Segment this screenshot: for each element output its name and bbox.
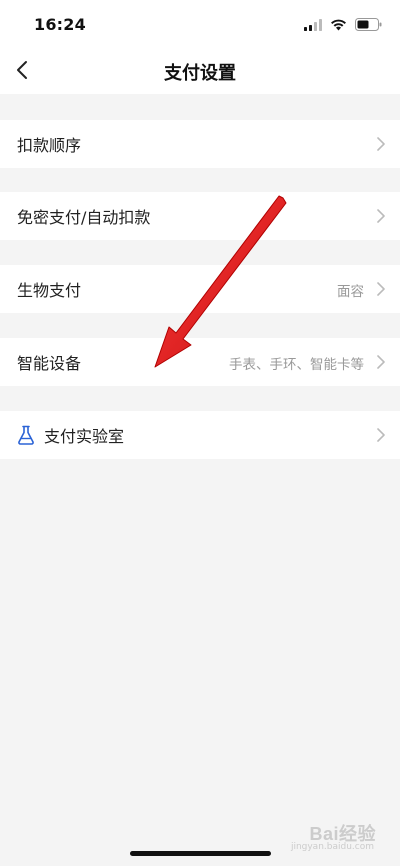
status-icons xyxy=(304,16,382,34)
settings-item-deduction-order[interactable]: 扣款顺序 xyxy=(0,120,400,168)
settings-item-label: 生物支付 xyxy=(17,281,82,300)
settings-item-payment-lab[interactable]: 支付实验室 xyxy=(0,411,400,459)
settings-item-label: 智能设备 xyxy=(17,354,82,373)
chevron-right-icon xyxy=(377,209,385,223)
wifi-icon xyxy=(330,16,347,35)
settings-item-value: 面容 xyxy=(337,284,364,300)
settings-item-biometric-payment[interactable]: 生物支付 面容 xyxy=(0,265,400,313)
page-title: 支付设置 xyxy=(164,63,236,84)
status-time: 16:24 xyxy=(34,15,86,34)
payment-settings-page: 16:24 支付设置 扣款顺序 免密支付/自动扣款 生物支付 面容 智能设备 手… xyxy=(0,0,400,866)
settings-item-label: 支付实验室 xyxy=(44,427,125,446)
battery-icon xyxy=(355,16,382,35)
settings-item-value: 手表、手环、智能卡等 xyxy=(229,357,364,373)
chevron-right-icon xyxy=(377,355,385,369)
settings-item-password-free-payment[interactable]: 免密支付/自动扣款 xyxy=(0,192,400,240)
chevron-right-icon xyxy=(377,428,385,442)
home-indicator[interactable] xyxy=(130,851,271,856)
settings-item-label: 扣款顺序 xyxy=(17,136,82,155)
chevron-right-icon xyxy=(377,137,385,151)
chevron-right-icon xyxy=(377,282,385,296)
nav-bar: 支付设置 xyxy=(0,50,400,94)
watermark-sub: jingyan.baidu.com xyxy=(290,842,374,852)
settings-item-smart-devices[interactable]: 智能设备 手表、手环、智能卡等 xyxy=(0,338,400,386)
cellular-signal-icon xyxy=(304,16,322,35)
status-bar: 16:24 xyxy=(0,0,400,50)
flask-icon xyxy=(16,425,36,445)
settings-item-label: 免密支付/自动扣款 xyxy=(17,208,151,227)
